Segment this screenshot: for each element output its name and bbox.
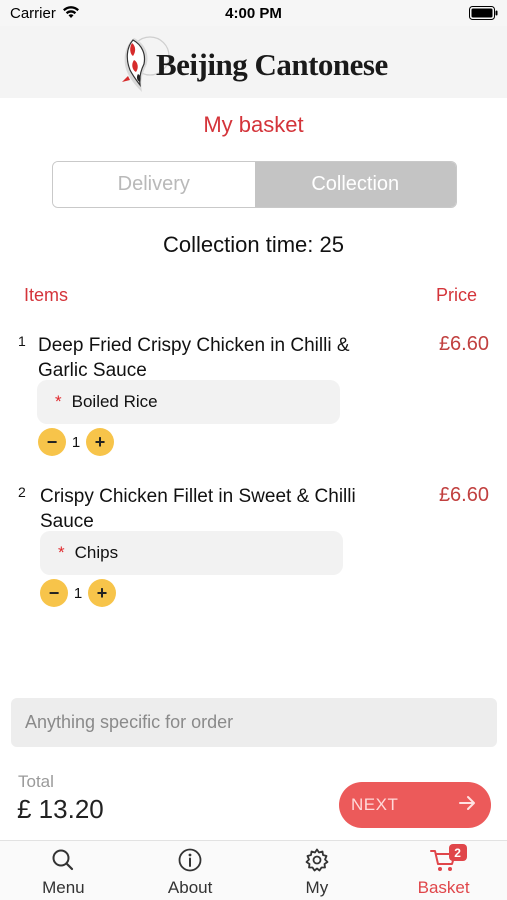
tab-my-label: My: [305, 878, 329, 897]
item-price: £6.60: [438, 333, 489, 355]
tab-about[interactable]: About: [127, 841, 254, 900]
collection-segment[interactable]: Collection: [254, 162, 456, 207]
total-amount: £ 13.20: [17, 794, 104, 824]
items-column-header: Items: [24, 285, 69, 305]
search-icon: [50, 846, 76, 874]
item-price: £6.60: [438, 484, 489, 506]
increase-quantity-button[interactable]: +: [86, 428, 114, 456]
tab-menu[interactable]: Menu: [0, 841, 127, 900]
option-required-marker: *: [58, 543, 65, 562]
option-label: Chips: [74, 543, 119, 562]
tab-about-label: About: [167, 878, 213, 897]
item-option: * Boiled Rice: [37, 380, 340, 424]
order-notes-input[interactable]: [11, 698, 497, 747]
tab-bar: Menu About My 2 Basket: [0, 840, 507, 900]
option-label: Boiled Rice: [71, 392, 158, 411]
item-number: 1: [18, 333, 26, 349]
quantity-stepper: − 1 +: [38, 428, 114, 456]
quantity-value: 1: [71, 433, 81, 451]
decrease-quantity-button[interactable]: −: [40, 579, 68, 607]
item-name: Crispy Chicken Fillet in Sweet & Chilli …: [40, 486, 356, 532]
brand-name: Beijing Cantonese: [156, 47, 388, 82]
basket-count-badge: 2: [448, 844, 467, 861]
delivery-segment[interactable]: Delivery: [53, 162, 255, 207]
page-title: My basket: [203, 112, 304, 137]
tab-menu-label: Menu: [42, 878, 85, 897]
order-type-segmented-control: Delivery Collection: [52, 161, 457, 208]
item-name: Deep Fried Crispy Chicken in Chilli & Ga…: [38, 335, 350, 381]
collection-time: Collection time: 25: [163, 232, 344, 257]
battery-icon: [469, 6, 499, 25]
app-header: Beijing Cantonese: [0, 26, 507, 98]
arrow-right-icon: [459, 795, 477, 816]
next-button-label: NEXT: [351, 795, 399, 814]
gear-icon: [304, 846, 330, 874]
price-column-header: Price: [435, 285, 477, 305]
tab-basket[interactable]: 2 Basket: [380, 841, 507, 900]
status-bar: Carrier 4:00 PM: [0, 0, 507, 26]
status-time: 4:00 PM: [225, 5, 282, 22]
tab-basket-label: Basket: [417, 878, 470, 897]
quantity-value: 1: [73, 584, 83, 602]
decrease-quantity-button[interactable]: −: [38, 428, 66, 456]
info-icon: [177, 846, 203, 874]
quantity-stepper: − 1 +: [40, 579, 116, 607]
item-option: * Chips: [40, 531, 343, 575]
item-number: 2: [18, 484, 26, 500]
tab-my[interactable]: My: [254, 841, 381, 900]
total-label: Total: [18, 772, 54, 791]
next-button[interactable]: NEXT: [339, 782, 491, 828]
increase-quantity-button[interactable]: +: [88, 579, 116, 607]
option-required-marker: *: [55, 392, 62, 411]
cart-icon: 2: [429, 844, 467, 874]
